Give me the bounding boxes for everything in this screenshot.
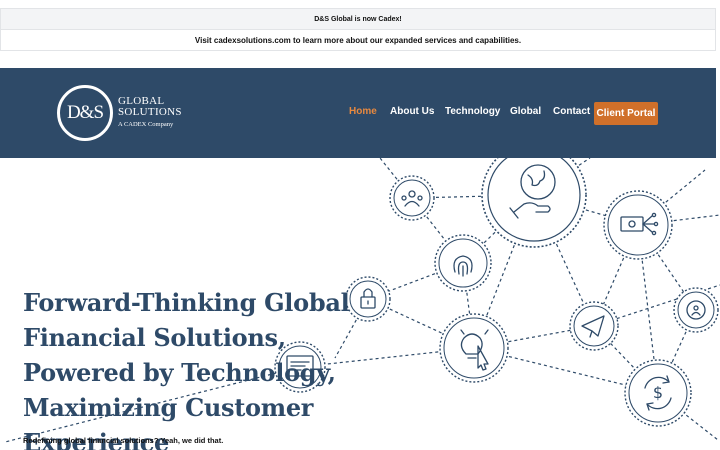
announcement-text: D&S Global is now Cadex! <box>314 15 402 23</box>
hero-headline: Forward-Thinking Global Financial Soluti… <box>23 288 350 450</box>
nav-about-us[interactable]: About Us <box>390 106 434 117</box>
announcement-bar: D&S Global is now Cadex! <box>0 8 716 30</box>
nav-contact[interactable]: Contact <box>553 106 590 117</box>
main-nav: Home About Us Technology Global Contact … <box>0 102 716 125</box>
nav-technology[interactable]: Technology <box>445 106 500 117</box>
hero-subline: Redefining global financial solutions? Y… <box>23 436 224 445</box>
info-bar: Visit cadexsolutions.com to learn more a… <box>0 30 716 51</box>
client-portal-button[interactable]: Client Portal <box>594 102 658 125</box>
nav-home[interactable]: Home <box>349 106 377 117</box>
nav-global[interactable]: Global <box>510 106 541 117</box>
site-header: D&S GLOBAL SOLUTIONS A CADEX Company Hom… <box>0 68 716 158</box>
info-text: Visit cadexsolutions.com to learn more a… <box>194 35 522 45</box>
svg-text:$: $ <box>653 383 663 402</box>
